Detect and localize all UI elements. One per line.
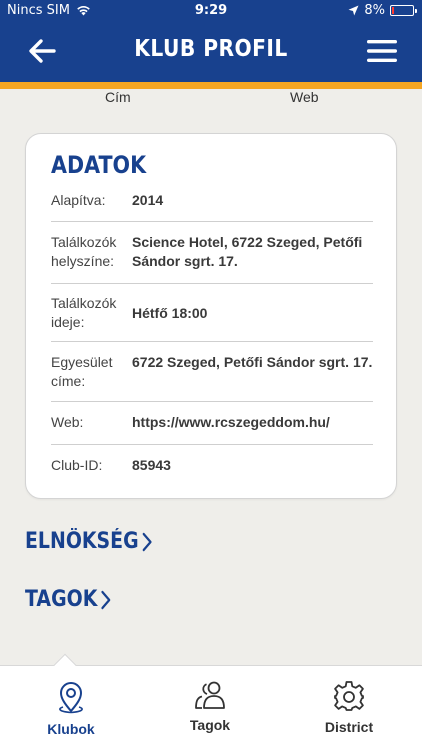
people-icon	[195, 681, 225, 709]
details-card: ADATOK Alapítva: 2014 Találkozók helyszí…	[25, 133, 397, 499]
detail-value: 85943	[132, 457, 171, 473]
divider	[51, 401, 373, 402]
members-link[interactable]: TAGOK	[25, 587, 111, 612]
gear-icon	[334, 681, 364, 711]
website-link[interactable]: https://www.rcszegeddom.hu/	[132, 413, 376, 432]
header: KLUB PROFIL	[0, 22, 422, 82]
tab-label: Klubok	[47, 721, 95, 737]
detail-value: Science Hotel, 6722 Szeged, Petőfi Sándo…	[132, 234, 363, 269]
subtab-cim[interactable]: Cím	[105, 89, 131, 105]
detail-value: 2014	[132, 192, 164, 208]
board-label: ELNÖKSÉG	[25, 529, 139, 554]
divider	[51, 444, 373, 445]
tab-klubok[interactable]: Klubok	[21, 680, 121, 737]
detail-label: Találkozók helyszíne:	[51, 234, 117, 269]
divider	[51, 283, 373, 284]
detail-value: 6722 Szeged, Petőfi Sándor sgrt. 17.	[132, 354, 373, 370]
hamburger-menu-icon[interactable]	[366, 36, 398, 66]
detail-label: Web:	[51, 414, 84, 430]
tab-label: Tagok	[189, 717, 231, 733]
battery-icon	[390, 5, 417, 16]
tab-district[interactable]: District	[299, 680, 399, 735]
divider	[51, 221, 373, 222]
page-title: KLUB PROFIL	[134, 36, 288, 62]
status-bar: Nincs SIM 9:29 8%	[0, 0, 422, 22]
header-accent-stripe	[0, 82, 422, 89]
tab-tagok[interactable]: Tagok	[160, 680, 260, 733]
subtab-bar: Cím Web	[0, 89, 422, 111]
divider	[51, 341, 373, 342]
members-label: TAGOK	[25, 587, 98, 612]
board-link[interactable]: ELNÖKSÉG	[25, 529, 152, 554]
detail-value: Hétfő 18:00	[132, 305, 208, 321]
tab-bar: Klubok Tagok District	[0, 665, 422, 750]
location-pin-icon	[59, 682, 83, 714]
tab-label: District	[324, 719, 374, 735]
detail-label: Club-ID:	[51, 457, 103, 473]
battery-percentage: 8%	[364, 3, 385, 18]
detail-label: Alapítva:	[51, 192, 106, 208]
subtab-web[interactable]: Web	[290, 89, 319, 105]
chevron-right-icon	[142, 532, 152, 551]
chevron-right-icon	[101, 590, 111, 609]
card-title: ADATOK	[51, 151, 147, 179]
detail-label: Találkozók ideje:	[51, 295, 117, 330]
detail-label: Egyesület címe:	[51, 354, 113, 389]
location-arrow-icon	[348, 5, 359, 16]
